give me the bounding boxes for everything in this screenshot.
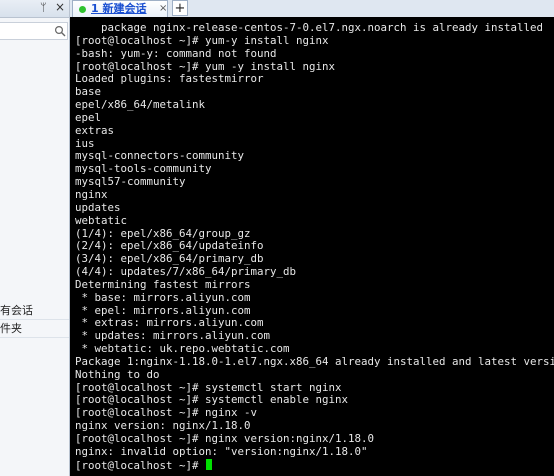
terminal-line: package nginx-release-centos-7-0.el7.ngx…: [75, 21, 544, 34]
terminal-cursor: [206, 458, 213, 470]
close-icon[interactable]: ×: [55, 0, 65, 15]
terminal-line: [root@localhost ~]#: [75, 458, 554, 472]
terminal-lines: package nginx-release-centos-7-0.el7.ngx…: [75, 21, 554, 472]
terminal-line: Determining fastest mirrors: [75, 277, 251, 291]
tab-label[interactable]: 1 新建会话: [91, 2, 146, 16]
terminal-line: * webtatic: uk.repo.webtatic.com: [75, 342, 290, 356]
terminal-line: (4/4): updates/7/x86_64/primary_db: [75, 265, 297, 279]
connected-status-icon: [79, 6, 86, 13]
terminal-line: Nothing to do: [75, 367, 160, 381]
session-manager-pane: ᛘ × 有会话 件夹: [0, 0, 70, 476]
terminal-line: -bash: yum-y: command not found: [75, 46, 277, 60]
terminal-line: Package 1:nginx-1.18.0-1.el7.ngx.x86_64 …: [75, 354, 554, 368]
tree-item-all-sessions[interactable]: 有会话: [0, 302, 69, 320]
tree-item-folder[interactable]: 件夹: [0, 320, 69, 338]
pin-icon[interactable]: ᛘ: [40, 1, 47, 15]
session-manager-header: ᛘ ×: [0, 0, 69, 18]
tab-close-icon[interactable]: ×: [159, 2, 167, 16]
terminal-line: [root@localhost ~]# yum-y install nginx: [75, 33, 329, 47]
terminal-line: updates: [75, 200, 121, 214]
search-icon[interactable]: [54, 25, 66, 37]
tab-new-session[interactable]: 1 新建会话 ×: [72, 0, 168, 17]
add-tab-button[interactable]: +: [172, 0, 188, 16]
terminal-line: [root@localhost ~]# nginx version:nginx/…: [75, 432, 375, 445]
terminal-output[interactable]: package nginx-release-centos-7-0.el7.ngx…: [70, 17, 554, 476]
terminal-line: mysql57-community: [75, 175, 186, 189]
terminal-line: * base: mirrors.aliyun.com: [75, 290, 251, 304]
session-tree: 有会话 件夹: [0, 302, 69, 338]
terminal-line: epel/x86_64/metalink: [75, 98, 206, 112]
terminal-line: nginx: invalid option: "version:nginx/1.…: [75, 444, 368, 458]
terminal-line: extras: [75, 123, 115, 137]
session-search-input[interactable]: [0, 22, 68, 40]
terminal-line: webtatic: [75, 213, 128, 227]
session-tab-bar: 1 新建会话 × +: [70, 0, 554, 18]
terminal-line: epel: [75, 110, 102, 124]
terminal-line: Loaded plugins: fastestmirror: [75, 72, 264, 86]
terminal-line: nginx: [75, 187, 108, 201]
